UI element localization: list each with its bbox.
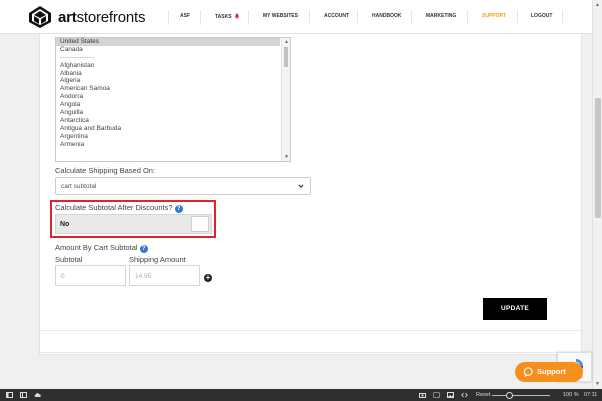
nav-divider [309,10,310,25]
nav-divider [248,10,249,25]
page-scrollbar[interactable]: ▲ ▼ [592,0,602,389]
subtotal-after-discounts-toggle[interactable]: No [55,214,212,234]
add-row-icon[interactable]: + [204,274,212,282]
shipping-based-on-label: Calculate Shipping Based On: [55,166,156,175]
country-option[interactable]: Afghanistan [56,62,290,70]
help-icon[interactable]: ? [139,245,148,253]
zoom-reset-button[interactable]: Reset [476,392,490,398]
country-option[interactable]: Albania [56,70,290,78]
chat-bubble-icon [524,367,533,377]
chevron-down-icon [298,184,304,189]
toggle-value: No [60,221,70,228]
cloud-icon[interactable] [34,392,41,398]
shipping-based-on-value: cart subtotal [61,183,97,190]
toggle-knob[interactable] [191,216,209,232]
country-option[interactable]: Canada [56,46,290,54]
nav-divider [467,10,468,25]
nav-handbook[interactable]: HANDBOOK [372,13,401,19]
nav-divider [168,10,169,25]
country-option[interactable]: Armenia [56,141,290,149]
nav-support[interactable]: SUPPORT [482,13,506,19]
camera-icon[interactable] [419,392,426,398]
country-listbox[interactable]: United States Canada ---------------- Af… [55,37,291,162]
country-option[interactable]: Andorra [56,93,290,101]
country-option[interactable]: Algeria [56,77,290,85]
country-option[interactable]: Anguilla [56,109,290,117]
nav-divider [411,10,412,25]
divider [40,330,581,331]
scroll-up-arrow-icon[interactable]: ▲ [595,2,600,8]
divider [40,352,581,353]
image-icon[interactable] [447,392,454,398]
help-icon[interactable]: ? [174,205,183,213]
page-scroll-thumb[interactable] [595,98,601,218]
scroll-down-arrow-icon[interactable]: ▼ [284,154,289,160]
shipping-based-on-select[interactable]: cart subtotal [55,177,311,195]
scroll-up-arrow-icon[interactable]: ▲ [284,39,289,45]
brand-name: artstorefronts [58,8,146,26]
top-navigation-bar: artstorefronts ASF TASKS MY WEBSITES ACC… [0,0,592,34]
brand-logo[interactable]: artstorefronts [28,5,145,29]
listbox-scrollbar[interactable]: ▲ ▼ [281,38,290,161]
nav-asf[interactable]: ASF [180,13,190,19]
listbox-scroll-thumb[interactable] [284,47,288,67]
shipping-amount-input-value: 14.95 [135,273,152,280]
country-option[interactable]: Antigua and Barbuda [56,125,290,133]
scroll-down-arrow-icon[interactable]: ▼ [595,381,600,387]
nav-logout[interactable]: LOGOUT [531,13,552,19]
shipping-amount-column-header: Shipping Amount [129,255,186,264]
nav-divider [562,10,563,25]
nav-my-websites[interactable]: MY WEBSITES [263,13,298,19]
subtotal-column-header: Subtotal [55,255,83,264]
amount-by-cart-label: Amount By Cart Subtotal? [55,243,148,253]
zoom-slider-handle[interactable] [506,392,513,399]
nav-marketing[interactable]: MARKETING [426,13,456,19]
panel-icon[interactable] [20,392,27,398]
brand-logo-icon [29,6,51,28]
subtotal-input-value: 0 [61,273,65,280]
browser-status-bar: Reset 100 % 07:11 [0,389,602,401]
bell-icon [234,13,239,19]
country-option[interactable]: American Samoa [56,85,290,93]
subtotal-after-discounts-label: Calculate Subtotal After Discounts?? [55,203,183,213]
shipping-settings-panel: United States Canada ---------------- Af… [39,34,582,355]
country-option-divider: ---------------- [60,53,95,61]
sidebar-toggle-icon[interactable] [6,392,13,398]
code-icon[interactable] [461,392,468,398]
nav-divider [357,10,358,25]
update-button[interactable]: UPDATE [483,298,547,320]
zoom-level: 100 % [563,392,579,398]
nav-divider [517,10,518,25]
nav-account[interactable]: ACCOUNT [324,13,349,19]
subtotal-input[interactable]: 0 [55,265,126,286]
support-chat-button[interactable]: Support [515,362,583,382]
support-button-label: Support [537,367,566,376]
country-option[interactable]: Antarctica [56,117,290,125]
country-option[interactable]: Argentina [56,133,290,141]
country-option[interactable]: Angola [56,101,290,109]
shipping-amount-input[interactable]: 14.95 [129,265,200,286]
window-icon[interactable] [433,392,440,398]
nav-divider [200,10,201,25]
zoom-slider[interactable] [492,395,550,396]
clock: 07:11 [584,392,598,398]
country-option[interactable]: United States [56,38,280,46]
nav-tasks[interactable]: TASKS [215,13,240,20]
